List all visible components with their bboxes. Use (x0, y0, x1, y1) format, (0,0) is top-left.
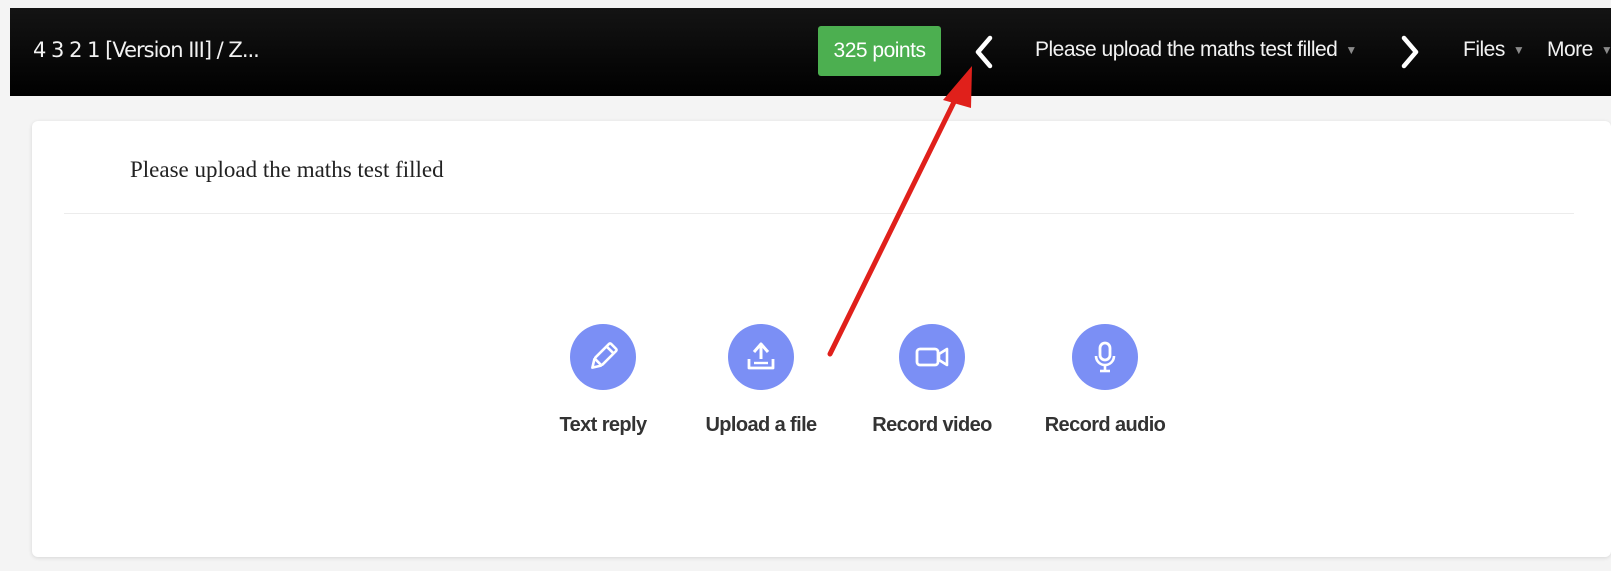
chevron-left-icon (975, 35, 993, 69)
next-task-button[interactable] (1394, 32, 1424, 72)
record-video-circle (899, 324, 965, 390)
top-bar: 4 3 2 1 [Version III] / Z... 325 points … (10, 8, 1611, 96)
task-selector-dropdown[interactable]: Please upload the maths test filled ▼ (1035, 38, 1357, 62)
previous-task-button[interactable] (970, 32, 1000, 72)
text-reply-button[interactable]: Text reply (523, 324, 683, 437)
reply-card: Please upload the maths test filled Text… (32, 121, 1611, 557)
text-reply-circle (570, 324, 636, 390)
upload-file-label: Upload a file (705, 414, 817, 436)
caret-down-icon: ▼ (1345, 43, 1357, 58)
task-selector-label: Please upload the maths test filled (1035, 38, 1338, 61)
breadcrumb[interactable]: 4 3 2 1 [Version III] / Z... (33, 38, 260, 62)
microphone-icon (1094, 341, 1116, 373)
video-camera-icon (915, 347, 949, 367)
text-reply-label: Text reply (559, 414, 648, 436)
upload-file-circle (728, 324, 794, 390)
assignment-title: Please upload the maths test filled (130, 157, 444, 182)
record-audio-button[interactable]: Record audio (1025, 324, 1185, 437)
divider (64, 213, 1574, 214)
files-menu[interactable]: Files ▼ (1463, 38, 1525, 62)
upload-icon (747, 342, 775, 370)
caret-down-icon: ▼ (1512, 43, 1525, 58)
record-video-button[interactable]: Record video (852, 324, 1012, 437)
pencil-icon (591, 342, 618, 369)
record-audio-label: Record audio (1044, 414, 1166, 436)
files-menu-label: Files (1463, 38, 1505, 61)
caret-down-icon: ▼ (1600, 43, 1611, 58)
chevron-right-icon (1401, 35, 1419, 69)
record-audio-circle (1072, 324, 1138, 390)
record-video-label: Record video (872, 414, 992, 436)
points-badge: 325 points (818, 26, 941, 76)
upload-file-button[interactable]: Upload a file (681, 324, 841, 437)
more-menu-label: More (1547, 38, 1593, 61)
more-menu[interactable]: More ▼ (1547, 38, 1611, 62)
